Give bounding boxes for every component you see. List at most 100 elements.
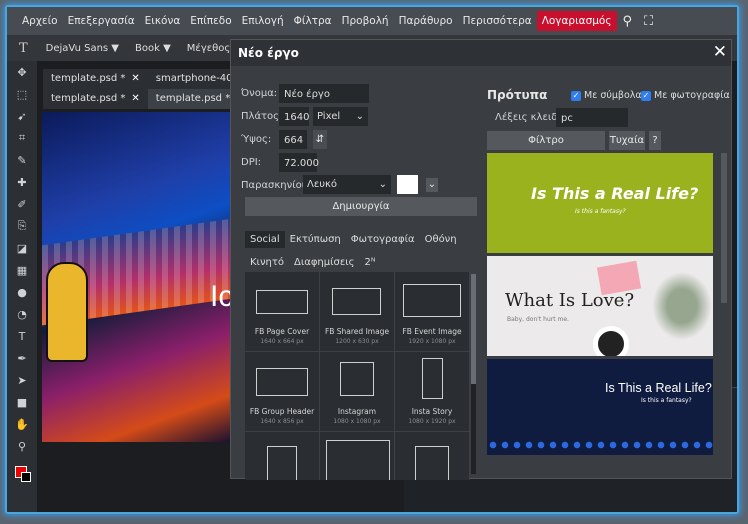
template-card[interactable]: Is This a Real Life? Is this a fantasy? — [487, 359, 713, 455]
preset-instagram[interactable]: Instagram 1080 x 1080 px — [320, 352, 395, 432]
menu-select[interactable]: Επιλογή — [237, 11, 289, 31]
height-input[interactable]: 664 — [279, 130, 307, 149]
preset-item[interactable] — [245, 432, 320, 480]
name-label: Όνομα: — [241, 88, 278, 99]
menu-account[interactable]: Λογαριασμός — [536, 11, 617, 31]
close-tab-icon[interactable]: ✕ — [131, 73, 139, 84]
document-canvas[interactable]: Ic — [42, 112, 232, 442]
preset-shape — [403, 284, 461, 317]
crop-tool-icon[interactable]: ⌗ — [7, 127, 37, 149]
with-symbols-label: Με σύμβολα — [584, 90, 642, 101]
menu-edit[interactable]: Επεξεργασία — [63, 11, 140, 31]
shape-tool-icon[interactable]: ■ — [7, 391, 37, 413]
menu-more[interactable]: Περισσότερα — [458, 11, 537, 31]
search-icon[interactable]: ⚲ — [617, 14, 639, 29]
preset-scrollbar-thumb[interactable] — [471, 274, 476, 384]
preset-shape — [415, 446, 449, 480]
menu-image[interactable]: Εικόνα — [140, 11, 186, 31]
background-color-swatch[interactable] — [397, 175, 418, 194]
font-filter-button[interactable]: Φίλτρο γραμματοσειράς ▼ — [487, 131, 605, 165]
create-button[interactable]: Δημιουργία — [245, 197, 477, 216]
preset-size: 1080 x 1080 px — [333, 418, 381, 425]
background-color-swatch[interactable] — [21, 472, 31, 482]
marquee-tool-icon[interactable]: ⬚ — [7, 83, 37, 105]
tab-photo[interactable]: Φωτογραφία — [346, 231, 420, 248]
width-input[interactable]: 1640 — [279, 107, 309, 126]
path-select-tool-icon[interactable]: ➤ — [7, 369, 37, 391]
fullscreen-icon[interactable]: ⛶ — [638, 14, 659, 29]
template-title: Is This a Real Life? — [605, 381, 712, 395]
preset-name: FB Page Cover — [254, 327, 310, 336]
heal-tool-icon[interactable]: ✚ — [7, 171, 37, 193]
canvas-text: Ic — [210, 280, 232, 313]
font-weight-select[interactable]: Book ▼ — [127, 43, 179, 54]
template-card[interactable]: What Is Love? Baby, don't hurt me. — [487, 256, 713, 356]
background-select[interactable]: Λευκό ⌄ — [303, 175, 391, 194]
name-input[interactable]: Νέο έργο — [279, 84, 369, 103]
hand-tool-icon[interactable]: ✋ — [7, 413, 37, 435]
width-label: Πλάτος: — [241, 111, 283, 122]
preset-grid: FB Page Cover 1640 x 664 px FB Shared Im… — [245, 272, 470, 480]
move-tool-icon[interactable]: ✥ — [7, 61, 37, 83]
text-tool-icon[interactable]: T — [7, 325, 37, 347]
font-family-select[interactable]: DejaVu Sans ▼ — [38, 43, 127, 54]
preset-insta-story[interactable]: Insta Story 1080 x 1920 px — [395, 352, 470, 432]
close-tab-icon[interactable]: ✕ — [131, 93, 139, 104]
menu-layer[interactable]: Επίπεδο — [185, 11, 236, 31]
preset-shape — [267, 446, 297, 480]
document-tab[interactable]: template.psd * ✕ — [43, 89, 148, 109]
preset-fb-shared-image[interactable]: FB Shared Image 1200 x 630 px — [320, 272, 395, 352]
template-subtitle: Baby, don't hurt me. — [507, 316, 569, 323]
dpi-input[interactable]: 72.000 — [279, 153, 319, 172]
clone-tool-icon[interactable]: ⎘ — [7, 215, 37, 237]
close-icon[interactable]: ✕ — [713, 42, 727, 62]
eyedropper-tool-icon[interactable]: ✎ — [7, 149, 37, 171]
tab-print[interactable]: Εκτύπωση — [285, 231, 346, 248]
preset-category-tabs: Social Εκτύπωση Φωτογραφία Οθόνη — [245, 231, 462, 248]
pen-tool-icon[interactable]: ✒ — [7, 347, 37, 369]
random-button[interactable]: Τυχαία — [609, 131, 645, 150]
menu-view[interactable]: Προβολή — [337, 11, 394, 31]
template-card[interactable]: Is This a Real Life? Is this a fantasy? — [487, 153, 713, 253]
with-symbols-checkbox[interactable]: ✓ Με σύμβολα — [571, 90, 642, 101]
gradient-tool-icon[interactable]: ▦ — [7, 259, 37, 281]
preset-fb-event-image[interactable]: FB Event Image 1920 x 1080 px — [395, 272, 470, 352]
tab-screen[interactable]: Οθόνη — [420, 231, 462, 248]
tab-social[interactable]: Social — [245, 231, 285, 248]
lasso-tool-icon[interactable]: ➹ — [7, 105, 37, 127]
with-photo-checkbox[interactable]: ✓ Με φωτογραφία — [641, 90, 730, 101]
swap-dimensions-icon[interactable]: ⇵ — [313, 130, 327, 149]
preset-item[interactable] — [320, 432, 395, 480]
template-title: What Is Love? — [505, 290, 635, 311]
document-tab[interactable]: template.psd * ✕ — [43, 69, 148, 89]
preset-size: 1640 x 856 px — [260, 418, 304, 425]
app-window: Αρχείο Επεξεργασία Εικόνα Επίπεδο Επιλογ… — [5, 5, 739, 514]
eraser-tool-icon[interactable]: ◪ — [7, 237, 37, 259]
coffee-cup-image — [593, 326, 629, 356]
dots-decoration — [487, 441, 713, 449]
preset-size: 1080 x 1920 px — [408, 418, 456, 425]
preset-item[interactable] — [395, 432, 470, 480]
tab-powers-of-two[interactable]: 2ᴺ — [360, 254, 381, 271]
preset-fb-group-header[interactable]: FB Group Header 1640 x 856 px — [245, 352, 320, 432]
zoom-tool-icon[interactable]: ⚲ — [7, 435, 37, 457]
preset-fb-page-cover[interactable]: FB Page Cover 1640 x 664 px — [245, 272, 320, 352]
keywords-input[interactable]: pc — [556, 108, 628, 127]
checkmark-icon: ✓ — [641, 90, 651, 101]
chevron-down-icon[interactable]: ⌄ — [426, 178, 438, 192]
template-title: Is This a Real Life? — [531, 184, 699, 203]
preset-name: FB Shared Image — [324, 327, 390, 336]
menu-file[interactable]: Αρχείο — [17, 11, 63, 31]
help-button[interactable]: ? — [649, 131, 661, 150]
menu-window[interactable]: Παράθυρο — [394, 11, 458, 31]
template-subtitle: Is this a fantasy? — [575, 208, 626, 215]
brush-tool-icon[interactable]: ✐ — [7, 193, 37, 215]
tab-ads[interactable]: Διαφημίσεις — [289, 254, 360, 271]
dodge-tool-icon[interactable]: ◔ — [7, 303, 37, 325]
templates-scrollbar[interactable] — [721, 153, 727, 303]
preset-shape — [422, 358, 443, 399]
tab-mobile[interactable]: Κινητό — [245, 254, 289, 271]
unit-select[interactable]: Pixel ⌄ — [313, 107, 368, 126]
menu-filters[interactable]: Φίλτρα — [289, 11, 337, 31]
blur-tool-icon[interactable]: ● — [7, 281, 37, 303]
